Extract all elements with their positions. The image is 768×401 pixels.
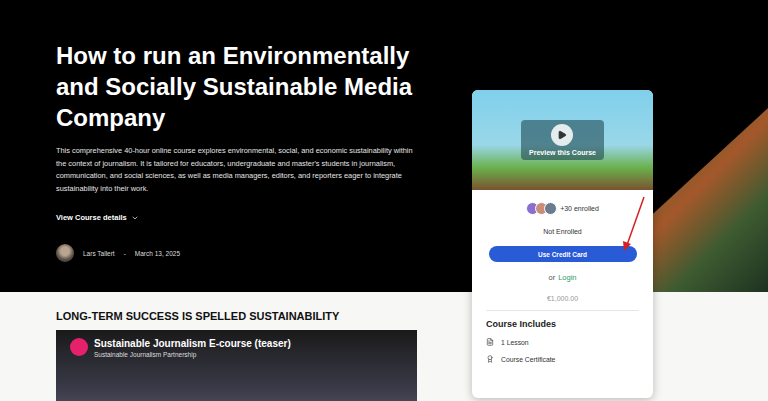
enroll-status: Not Enrolled — [543, 228, 582, 235]
login-row: orLogin — [548, 273, 576, 282]
hero-text: How to run an Environmentally and Social… — [56, 40, 418, 262]
preview-label[interactable]: Preview this Course — [529, 149, 596, 156]
play-icon — [557, 130, 567, 140]
login-link[interactable]: Login — [558, 273, 576, 282]
course-page: How to run an Environmentally and Social… — [0, 0, 768, 401]
enrolled-row: +30 enrolled — [526, 202, 599, 215]
preview-overlay: Preview this Course — [521, 120, 604, 160]
enrolled-avatars — [526, 202, 557, 215]
include-item: 1 Lesson — [486, 338, 639, 346]
chevron-down-icon — [131, 214, 139, 222]
video-meta: Sustainable Journalism E-course (teaser)… — [94, 338, 291, 358]
include-item: Course Certificate — [486, 355, 639, 363]
lesson-icon — [486, 338, 494, 346]
credit-card-button[interactable]: Use Credit Card — [489, 246, 637, 262]
course-title: How to run an Environmentally and Social… — [56, 40, 418, 133]
annotation-arrow-icon — [620, 195, 648, 253]
play-button[interactable] — [551, 124, 573, 146]
price: €1,000.00 — [547, 295, 578, 302]
certificate-icon — [486, 355, 494, 363]
publish-date: March 13, 2025 — [135, 250, 180, 257]
video-title[interactable]: Sustainable Journalism E-course (teaser) — [94, 338, 291, 349]
enrolled-avatar — [544, 202, 557, 215]
enrolled-count: +30 enrolled — [560, 205, 599, 212]
video-player[interactable]: Sustainable Journalism E-course (teaser)… — [56, 330, 417, 401]
course-description: This comprehensive 40-hour online course… — [56, 145, 418, 195]
includes-title: Course Includes — [486, 319, 639, 329]
details-toggle[interactable]: View Course details — [56, 213, 139, 222]
separator: - — [124, 250, 126, 257]
author-avatar — [56, 244, 74, 262]
channel-logo-icon[interactable] — [70, 338, 88, 356]
card-body: +30 enrolled Not Enrolled Use Credit Card o… — [472, 190, 653, 363]
author-row: Lars Tallert - March 13, 2025 — [56, 244, 418, 262]
video-channel[interactable]: Sustainable Journalism Partnership — [94, 351, 291, 358]
course-includes: Course Includes 1 Lesson Course Certificat… — [486, 310, 639, 363]
course-thumbnail[interactable]: Preview this Course — [472, 90, 653, 190]
author-name[interactable]: Lars Tallert — [83, 250, 115, 257]
